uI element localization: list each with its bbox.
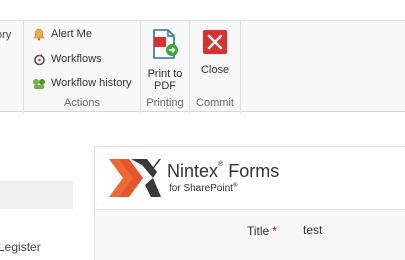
title-label-text: Title (247, 224, 270, 238)
close-icon (202, 29, 228, 60)
print-to-pdf-button[interactable]: Print to PDF (141, 29, 189, 92)
left-panel-box (0, 181, 73, 209)
print-to-pdf-label: Print to PDF (148, 68, 183, 92)
ribbon-partial-label[interactable]: ory (0, 29, 11, 41)
workflow-history-button[interactable]: Workflow history (32, 74, 131, 92)
ribbon: ory Alert Me Workflows (0, 20, 405, 113)
form-body: Title * test (94, 210, 405, 260)
nintex-brand-subtitle: for SharePoint® (169, 183, 237, 194)
printing-group-label: Printing (146, 97, 184, 109)
ribbon-group-printing: Print to PDF Printing (141, 21, 190, 113)
print-pdf-icon (151, 29, 179, 64)
title-field-label: Title * (247, 224, 277, 238)
nintex-logo-icon (107, 156, 161, 200)
title-field-value[interactable]: test (303, 223, 322, 237)
close-label: Close (200, 64, 230, 76)
form-header: Nintex® Forms for SharePoint® (94, 146, 405, 210)
brand-forms: Forms (223, 161, 280, 181)
workflow-history-label: Workflow history (51, 77, 132, 89)
workflows-button[interactable]: Workflows (32, 50, 102, 68)
brand-sub-tm: ® (232, 183, 238, 189)
actions-group-label: Actions (63, 97, 101, 109)
alert-me-label: Alert Me (51, 28, 92, 40)
print-label-line2: PDF (153, 80, 176, 92)
required-marker: * (272, 224, 277, 238)
ribbon-group-actions: Alert Me Workflows Workflow history Acti… (24, 21, 141, 113)
top-strip (0, 0, 405, 20)
workflow-icon (32, 52, 46, 66)
bell-icon (32, 27, 46, 41)
brand-main: Nintex (167, 161, 219, 181)
brand-sub-text: for SharePoint (169, 183, 233, 194)
workflow-history-icon (32, 76, 46, 90)
nintex-brand-title: Nintex® Forms (167, 161, 279, 182)
ribbon-group-partial: ory (0, 21, 24, 113)
print-label-line1: Print to (147, 68, 183, 80)
ribbon-group-commit: Close Commit (190, 21, 241, 113)
workflows-label: Workflows (51, 53, 102, 65)
close-button[interactable]: Close (190, 29, 240, 76)
alert-me-button[interactable]: Alert Me (32, 25, 92, 43)
left-register-text[interactable]: Legister (0, 240, 41, 254)
commit-group-label: Commit (196, 97, 234, 109)
